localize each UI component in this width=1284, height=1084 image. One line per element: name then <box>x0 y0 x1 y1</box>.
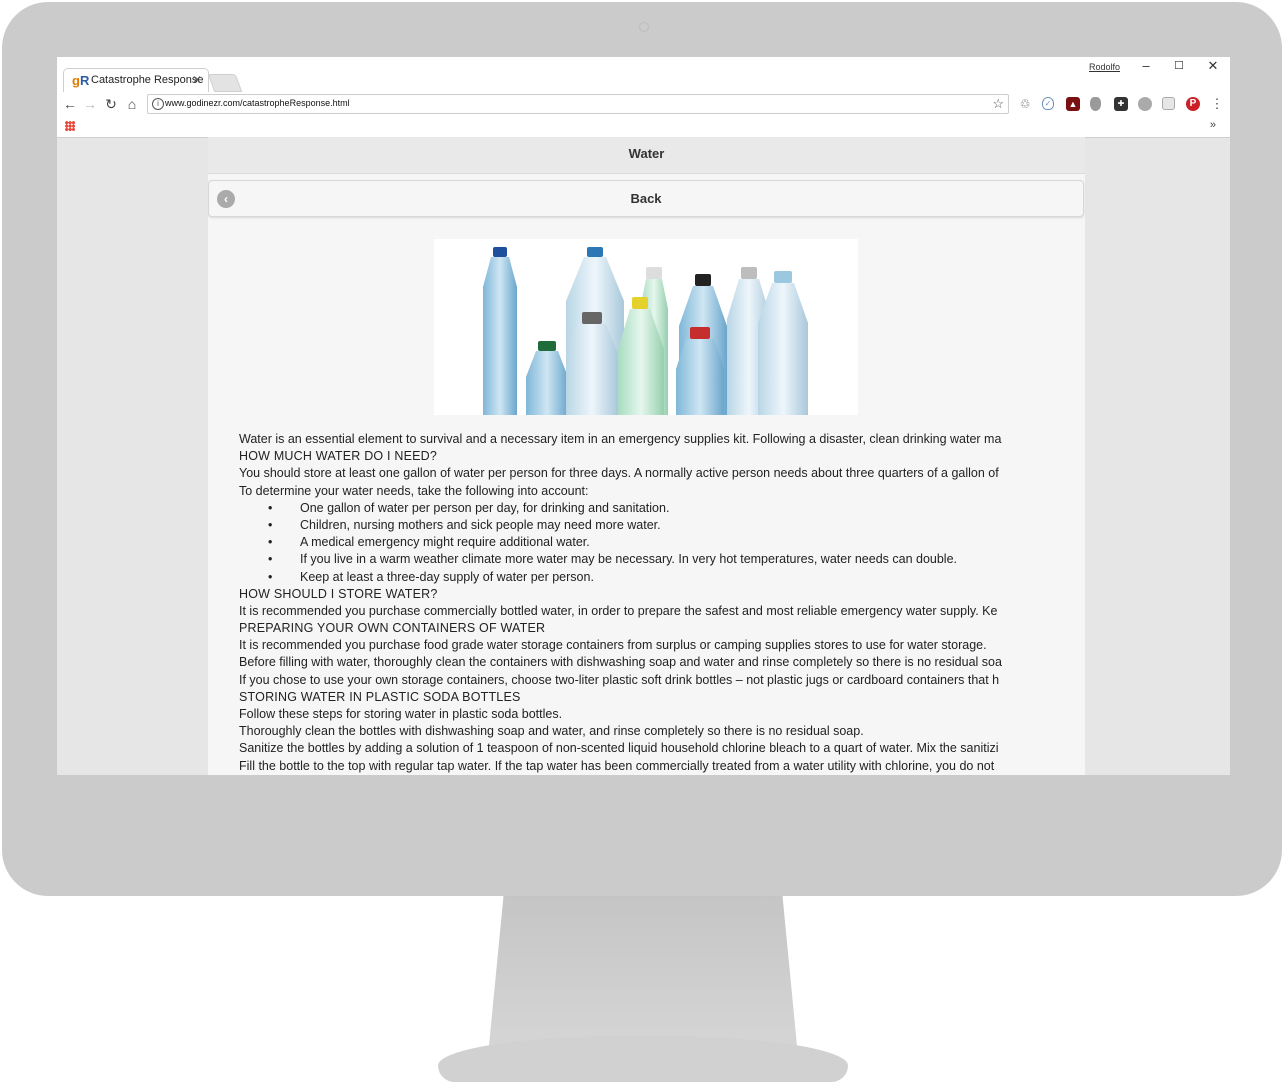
close-window-icon[interactable]: ✕ <box>1204 58 1222 74</box>
chat-icon[interactable] <box>1138 97 1152 111</box>
reload-icon[interactable]: ↻ <box>102 95 120 113</box>
back-circle-icon: ‹ <box>217 190 235 208</box>
monitor-base <box>438 1036 848 1082</box>
maximize-icon[interactable]: ☐ <box>1170 59 1188 72</box>
list-item: • If you live in a warm weather climate m… <box>268 552 958 567</box>
browser-toolbar: ← → ↻ ⌂ i www.godinezr.com/catastropheRe… <box>57 92 1230 116</box>
browser-tab[interactable]: gR Catastrophe Response ✕ <box>63 68 209 92</box>
paragraph: Follow these steps for storing water in … <box>239 707 563 721</box>
paragraph: It is recommended you purchase commercia… <box>239 603 998 618</box>
section-heading: HOW SHOULD I STORE WATER? <box>239 586 438 601</box>
tab-title: Catastrophe Response <box>91 74 204 86</box>
web-page: Water ‹ Back Water is an essential eleme… <box>208 137 1085 775</box>
back-label: Back <box>630 191 662 206</box>
paragraph: Sanitize the bottles by adding a solutio… <box>239 741 999 756</box>
paragraph: You should store at least one gallon of … <box>239 466 999 481</box>
new-tab-button[interactable] <box>207 74 243 92</box>
paragraph: To determine your water needs, take the … <box>239 483 589 498</box>
menu-icon[interactable]: ⋮ <box>1210 97 1224 111</box>
paragraph: It is recommended you purchase food grad… <box>239 638 987 653</box>
list-item: • Keep at least a three-day supply of wat… <box>268 569 594 584</box>
list-item: • A medical emergency might require addit… <box>268 535 590 550</box>
section-heading: STORING WATER IN PLASTIC SODA BOTTLES <box>239 689 521 704</box>
section-heading: HOW MUCH WATER DO I NEED? <box>239 449 438 464</box>
site-logo-icon: gR <box>72 73 90 88</box>
address-bar[interactable]: i www.godinezr.com/catastropheResponse.h… <box>147 94 1009 114</box>
back-button[interactable]: ‹ Back <box>208 180 1084 217</box>
monitor-stand <box>488 896 798 1056</box>
list-item: • One gallon of water per person per day,… <box>268 500 670 515</box>
paragraph: Before filling with water, thoroughly cl… <box>239 655 1002 670</box>
camera-icon <box>639 22 649 32</box>
back-arrow-icon[interactable]: ← <box>61 95 79 113</box>
profile-name[interactable]: Rodolfo <box>1089 62 1120 72</box>
browser-window: gR Catastrophe Response ✕ Rodolfo – ☐ ✕ … <box>57 57 1230 775</box>
paragraph: Thoroughly clean the bottles with dishwa… <box>239 724 864 739</box>
section-heading: PREPARING YOUR OWN CONTAINERS OF WATER <box>239 621 546 636</box>
list-item-text: Keep at least a three-day supply of wate… <box>300 569 594 584</box>
list-item-text: If you live in a warm weather climate mo… <box>300 552 958 567</box>
paragraph: If you chose to use your own storage con… <box>239 672 1000 687</box>
tab-bar: gR Catastrophe Response ✕ Rodolfo – ☐ ✕ <box>57 57 1230 92</box>
list-item-text: One gallon of water per person per day, … <box>300 500 670 515</box>
bottles-illustration <box>483 247 808 415</box>
recycle-icon[interactable]: ♲ <box>1018 97 1032 111</box>
list-item-text: A medical emergency might require additi… <box>300 535 590 550</box>
url-text: www.godinezr.com/catastropheResponse.htm… <box>165 98 350 108</box>
star-icon[interactable]: ☆ <box>992 96 1004 112</box>
pinterest-icon[interactable]: P <box>1186 97 1200 111</box>
forward-arrow-icon[interactable]: → <box>81 95 99 113</box>
puzzle-icon[interactable]: ✚ <box>1114 97 1128 111</box>
ghostery-icon[interactable] <box>1090 97 1101 111</box>
bookmarks-bar: » <box>57 116 1230 138</box>
paragraph: Fill the bottle to the top with regular … <box>239 758 995 773</box>
intro-paragraph: Water is an essential element to surviva… <box>239 432 1002 446</box>
shield-icon[interactable]: ✓ <box>1042 97 1054 110</box>
water-bottles-image <box>434 239 858 415</box>
pdf-icon[interactable]: ▲ <box>1066 97 1080 111</box>
page-title: Water <box>208 137 1085 174</box>
apps-icon[interactable] <box>65 121 75 131</box>
minimize-icon[interactable]: – <box>1137 58 1155 73</box>
cube-icon[interactable] <box>1162 97 1175 110</box>
list-item-text: Children, nursing mothers and sick peopl… <box>300 517 661 532</box>
list-item: • Children, nursing mothers and sick peop… <box>268 517 661 532</box>
close-tab-icon[interactable]: ✕ <box>192 73 202 87</box>
chevron-icon[interactable]: » <box>1210 119 1216 131</box>
article-body: Water is an essential element to surviva… <box>239 431 1072 775</box>
home-icon[interactable]: ⌂ <box>123 95 141 113</box>
info-icon[interactable]: i <box>152 98 164 110</box>
